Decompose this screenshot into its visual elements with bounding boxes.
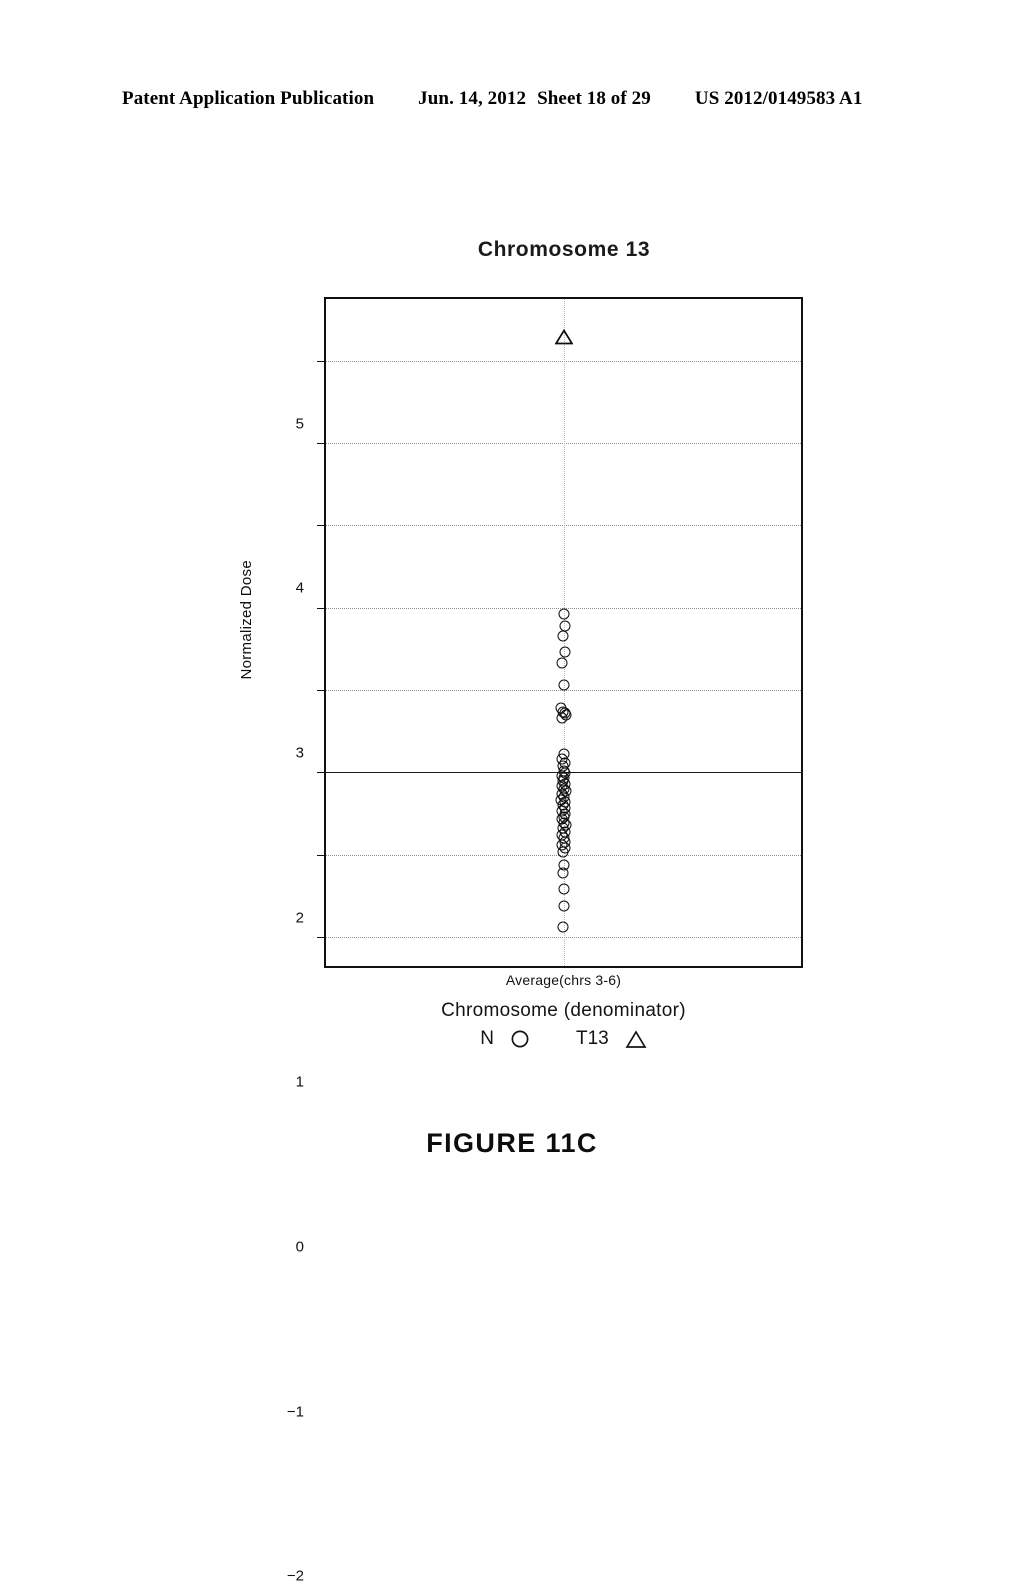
data-point-n — [558, 883, 569, 895]
legend-entry-n: N — [480, 1028, 530, 1050]
y-axis-tick-mark: 3 — [296, 525, 326, 761]
y-axis-tick-label: 4 — [295, 579, 304, 597]
y-axis-tick-label: 0 — [295, 1238, 304, 1256]
y-axis-tick-mark: −1 — [287, 854, 326, 1420]
x-axis-title: Chromosome (denominator) — [441, 1000, 686, 1021]
data-point-n — [559, 646, 571, 658]
figure-11c: Chromosome 13 5 4 3 2 1 0 −1 −2 Normalized Dose… — [0, 0, 1024, 1585]
plot-area — [326, 299, 801, 966]
legend-entry-t13: T13 — [576, 1028, 647, 1050]
y-axis-tick-mark: 2 — [296, 607, 326, 926]
y-axis-tick-label: 3 — [295, 744, 304, 762]
data-point-n — [557, 921, 569, 933]
legend-label: T13 — [575, 1028, 609, 1049]
chart-legend: N T13 — [324, 1028, 803, 1050]
legend-label: N — [480, 1028, 494, 1049]
data-point-n — [557, 630, 569, 642]
y-axis-tick-label: 1 — [295, 1073, 304, 1091]
data-point-n — [558, 608, 569, 620]
figure-caption: FIGURE 11C — [426, 1128, 598, 1158]
y-axis-tick-mark: 1 — [296, 690, 326, 1091]
plot-frame: 5 4 3 2 1 0 −1 −2 — [287, 297, 803, 1585]
data-point-n — [558, 679, 569, 691]
y-axis-tick-mark: 5 — [296, 360, 326, 432]
y-axis-tick-mark: 4 — [296, 443, 326, 597]
y-axis-tick-label: −2 — [286, 1567, 304, 1585]
data-point-n — [556, 657, 568, 669]
chart-title: Chromosome 13 — [477, 238, 651, 261]
y-axis-title: Normalized Dose — [238, 560, 255, 680]
y-axis-tick-mark: −2 — [287, 937, 326, 1585]
data-point-n — [558, 900, 570, 912]
data-point-n — [556, 712, 568, 724]
triangle-icon — [625, 1029, 647, 1049]
circle-icon — [510, 1029, 530, 1049]
data-point-n — [557, 846, 569, 858]
x-axis-tick-label: Average(chrs 3-6) — [505, 972, 622, 988]
y-axis-tick-label: 5 — [295, 415, 304, 432]
y-axis-tick-label: −1 — [286, 1403, 304, 1421]
y-axis-tick-label: 2 — [295, 909, 304, 927]
data-point-n — [557, 867, 569, 879]
y-axis-tick-mark: 0 — [296, 772, 326, 1255]
